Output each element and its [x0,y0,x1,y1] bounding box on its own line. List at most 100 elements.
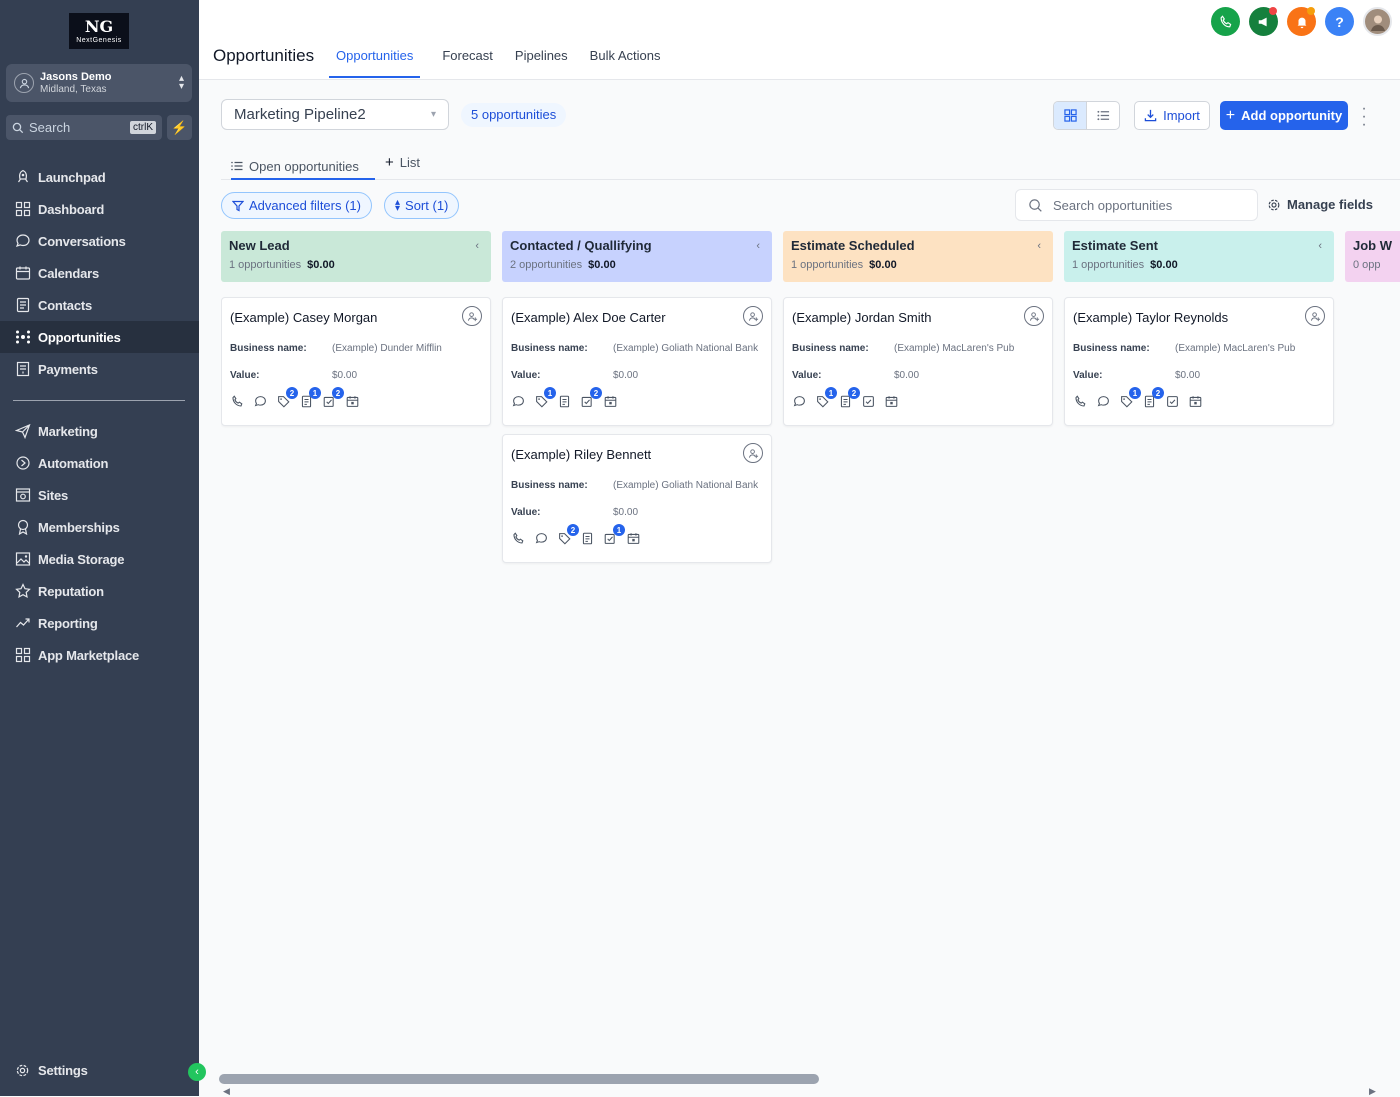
advanced-filters-button[interactable]: Advanced filters (1) [221,192,372,219]
phone-icon[interactable] [511,531,526,545]
opportunity-card[interactable]: (Example) Casey Morgan Business name: (Exa… [221,297,491,426]
user-avatar[interactable] [1363,7,1392,36]
sidebar-item-reputation[interactable]: Reputation [0,575,199,607]
assign-user-icon[interactable] [743,306,763,326]
sort-button[interactable]: ▴ ▾ Sort (1) [384,192,460,219]
opportunity-name: (Example) Alex Doe Carter [511,310,666,325]
scroll-right-icon[interactable]: ▶ [1369,1086,1376,1097]
tab-bulk-actions[interactable]: Bulk Actions [590,40,661,78]
calendar-icon[interactable] [345,394,360,408]
sidebar-item-label: App Marketplace [38,647,140,663]
list-view-icon[interactable] [1087,102,1119,129]
phone-icon[interactable] [230,394,245,408]
tab-forecast[interactable]: Forecast [442,40,493,78]
message-icon[interactable] [1096,394,1111,408]
sidebar-item-contacts[interactable]: Contacts [0,289,199,321]
message-icon[interactable] [534,531,549,545]
manage-fields-button[interactable]: Manage fields [1267,197,1373,212]
count-badge: 1 [309,387,321,399]
sidebar-item-dashboard[interactable]: Dashboard [0,193,199,225]
phone-icon[interactable] [1073,394,1088,408]
sidebar-item-opportunities[interactable]: Opportunities [0,321,199,353]
sidebar-item-memberships[interactable]: Memberships [0,511,199,543]
stage-header[interactable]: Job W0 opp‹ [1345,231,1400,282]
tag-icon[interactable]: 1 [534,387,556,408]
help-icon[interactable]: ? [1325,7,1354,36]
sidebar-item-conversations[interactable]: Conversations [0,225,199,257]
sidebar-item-automation[interactable]: Automation [0,447,199,479]
opportunity-card[interactable]: (Example) Riley Bennett Business name: (Ex… [502,434,772,563]
tab-pipelines[interactable]: Pipelines [515,40,568,78]
assign-user-icon[interactable] [1305,306,1325,326]
calendar-icon[interactable] [884,394,899,408]
sidebar-item-reporting[interactable]: Reporting [0,607,199,639]
opportunity-card[interactable]: (Example) Alex Doe Carter Business name: (… [502,297,772,426]
megaphone-icon[interactable] [1249,7,1278,36]
assign-user-icon[interactable] [743,443,763,463]
message-icon[interactable] [511,394,526,408]
pipeline-stage-column: Estimate Scheduled 1 opportunities $0.00 ‹ (… [783,231,1053,426]
subtab-open-opportunities[interactable]: Open opportunities [231,154,375,180]
assign-user-icon[interactable] [462,306,482,326]
stage-header[interactable]: Contacted / Quallifying 2 opportunities $0… [502,231,772,282]
opportunity-card[interactable]: (Example) Taylor Reynolds Business name: (… [1064,297,1334,426]
more-options-icon[interactable]: · · · [1359,101,1369,133]
calendar-icon[interactable] [1188,394,1203,408]
sidebar-item-marketing[interactable]: Marketing [0,415,199,447]
stage-header[interactable]: New Lead 1 opportunities $0.00 ‹ [221,231,491,282]
horizontal-scrollbar[interactable] [219,1074,819,1084]
business-name-value: (Example) Goliath National Bank [613,343,759,354]
collapse-stage-icon[interactable]: ‹ [1318,240,1322,252]
add-opportunity-button[interactable]: + Add opportunity [1220,101,1348,130]
count-badge: 2 [567,524,579,536]
plus-icon: + [385,154,394,171]
note-icon[interactable]: 2 [838,387,860,408]
opportunity-card[interactable]: (Example) Jordan Smith Business name: (Exa… [783,297,1053,426]
sidebar-item-media-storage[interactable]: Media Storage [0,543,199,575]
subtab-add-list[interactable]: + List [385,154,420,171]
opportunity-value: $0.00 [613,507,639,518]
sidebar-search[interactable]: Search ctrlK [6,115,162,140]
tag-icon[interactable]: 1 [815,387,837,408]
quick-action-bolt-icon[interactable]: ⚡ [167,115,192,140]
tag-icon[interactable]: 2 [557,524,579,545]
bell-icon[interactable] [1287,7,1316,36]
sidebar-item-payments[interactable]: Payments [0,353,199,385]
brand-logo[interactable]: NG NextGenesis [69,13,129,49]
search-opportunities-input[interactable]: Search opportunities [1015,189,1258,221]
collapse-stage-icon[interactable]: ‹ [756,240,760,252]
tag-icon[interactable]: 2 [276,387,298,408]
pipeline-select[interactable]: Marketing Pipeline2 ▾ [221,99,449,130]
note-icon[interactable]: 2 [1142,387,1164,408]
tag-icon[interactable]: 1 [1119,387,1141,408]
note-icon[interactable] [557,394,572,408]
collapse-stage-icon[interactable]: ‹ [475,240,479,252]
sidebar-item-calendars[interactable]: Calendars [0,257,199,289]
checkbox-icon[interactable] [1165,394,1180,408]
sidebar-item-app-marketplace[interactable]: App Marketplace [0,639,199,671]
collapse-stage-icon[interactable]: ‹ [1037,240,1041,252]
calendar-icon[interactable] [626,531,641,545]
task-icon[interactable]: 1 [603,524,625,545]
note-icon[interactable]: 1 [299,387,321,408]
sidebar-item-launchpad[interactable]: Launchpad [0,161,199,193]
stage-header[interactable]: Estimate Scheduled 1 opportunities $0.00 ‹ [783,231,1053,282]
account-switcher[interactable]: Jasons Demo Midland, Texas ▴ ▾ [6,64,192,102]
stage-header[interactable]: Estimate Sent 1 opportunities $0.00 ‹ [1064,231,1334,282]
calendar-icon[interactable] [603,394,618,408]
message-icon[interactable] [792,394,807,408]
tab-opportunities[interactable]: Opportunities [329,40,421,78]
assign-user-icon[interactable] [1024,306,1044,326]
note-icon[interactable] [580,531,595,545]
sidebar-item-settings[interactable]: Settings [0,1054,199,1086]
checkbox-icon[interactable] [861,394,876,408]
phone-icon[interactable] [1211,7,1240,36]
scroll-left-icon[interactable]: ◀ [223,1086,230,1097]
task-icon[interactable]: 2 [580,387,602,408]
message-icon[interactable] [253,394,268,408]
grid-view-icon[interactable] [1054,102,1087,129]
sidebar-item-sites[interactable]: Sites [0,479,199,511]
import-button[interactable]: Import [1134,101,1210,130]
task-icon[interactable]: 2 [322,387,344,408]
chevron-updown-icon: ▴ ▾ [178,73,184,92]
